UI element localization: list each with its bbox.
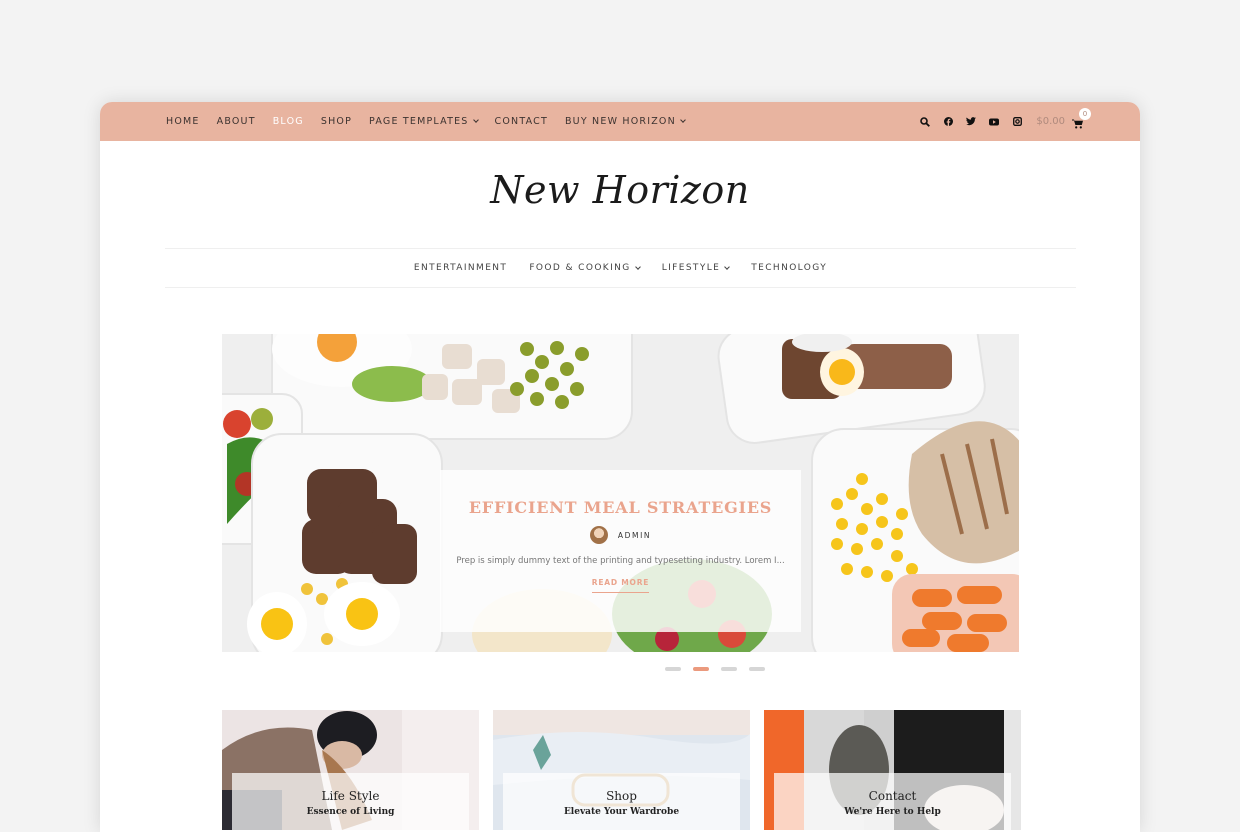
browser-window: HOME ABOUT BLOG SHOP PAGE TEMPLATES CONT… [100,102,1140,832]
feature-card-shop[interactable]: Shop Elevate Your Wardrobe [493,710,750,830]
card-caption: Shop Elevate Your Wardrobe [503,773,740,830]
feature-card-lifestyle[interactable]: Life Style Essence of Living [222,710,479,830]
search-icon[interactable] [920,116,931,127]
feature-cards: Life Style Essence of Living Shop Elevat… [222,710,1021,830]
author-avatar[interactable] [589,526,608,544]
slider-dot-1[interactable] [665,667,681,671]
nav-label: SHOP [320,116,353,127]
slider-dot-4[interactable] [749,667,765,671]
cart-icon [1072,119,1083,128]
instagram-icon[interactable] [1012,117,1022,127]
hero-slider[interactable]: EFFICIENT MEAL STRATEGIES ADMIN Prep is … [222,334,1019,652]
hero-post-card: EFFICIENT MEAL STRATEGIES ADMIN Prep is … [440,470,801,632]
nav-contact[interactable]: CONTACT [495,116,548,127]
chevron-down-icon [724,263,731,270]
slider-pagination [665,667,765,671]
site-logo[interactable]: New Horizon [100,168,1140,212]
youtube-icon[interactable] [989,117,1000,127]
category-lifestyle[interactable]: LIFESTYLE [661,263,731,273]
card-subtitle: Elevate Your Wardrobe [563,807,680,817]
card-title: Contact [868,789,917,803]
chevron-down-icon [634,263,641,270]
category-technology[interactable]: TECHNOLOGY [751,263,827,273]
category-nav: ENTERTAINMENT FOOD & COOKING LIFESTYLE T… [165,248,1076,288]
slider-dot-2[interactable] [693,667,709,671]
category-label: TECHNOLOGY [751,263,828,273]
nav-about[interactable]: ABOUT [217,116,256,127]
nav-label: ABOUT [216,116,256,127]
nav-label: BLOG [272,116,304,127]
chevron-down-icon [472,117,479,123]
chevron-down-icon [680,117,686,123]
primary-nav: HOME ABOUT BLOG SHOP PAGE TEMPLATES CONT… [166,102,702,141]
twitter-icon[interactable] [966,117,977,127]
category-label: LIFESTYLE [661,263,721,273]
cart-count-badge: 0 [1079,107,1091,120]
category-label: ENTERTAINMENT [413,263,508,273]
nav-page-templates[interactable]: PAGE TEMPLATES [369,116,479,127]
category-food-cooking[interactable]: FOOD & COOKING [529,263,641,273]
hero-post-excerpt: Prep is simply dummy text of the printin… [456,556,785,566]
nav-label: PAGE TEMPLATES [369,116,469,127]
category-entertainment[interactable]: ENTERTAINMENT [414,263,507,273]
nav-label: BUY NEW HORIZON [564,116,676,127]
card-title: Shop [606,789,637,803]
cart-button[interactable]: 0 [1072,107,1091,128]
nav-buy-new-horizon[interactable]: BUY NEW HORIZON [564,116,686,127]
slider-dot-3[interactable] [721,667,737,671]
top-bar: HOME ABOUT BLOG SHOP PAGE TEMPLATES CONT… [100,102,1140,141]
author-name[interactable]: ADMIN [618,531,651,540]
header-actions: $0.00 0 [920,102,1091,141]
card-title: Life Style [321,789,380,803]
hero-post-title[interactable]: EFFICIENT MEAL STRATEGIES [440,498,801,517]
card-caption: Contact We're Here to Help [774,773,1011,830]
nav-label: HOME [166,116,200,127]
card-caption: Life Style Essence of Living [232,773,469,830]
nav-blog[interactable]: BLOG [273,116,304,127]
read-more-link[interactable]: READ MORE [591,578,650,593]
card-subtitle: We're Here to Help [844,807,941,817]
card-subtitle: Essence of Living [306,807,395,817]
cart-total[interactable]: $0.00 [1036,116,1065,127]
feature-card-contact[interactable]: Contact We're Here to Help [764,710,1021,830]
nav-home[interactable]: HOME [166,116,200,127]
nav-shop[interactable]: SHOP [321,116,352,127]
post-meta: ADMIN [440,526,801,544]
category-label: FOOD & COOKING [529,263,631,273]
facebook-icon[interactable] [943,117,953,127]
nav-label: CONTACT [494,116,548,127]
